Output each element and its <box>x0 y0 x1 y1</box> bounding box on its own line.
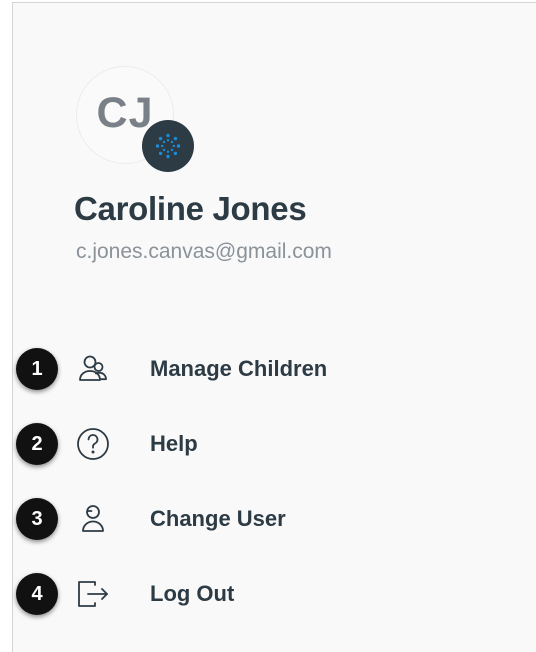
help-label: Help <box>150 431 198 456</box>
user-name: Caroline Jones <box>74 190 307 227</box>
manage-children-icon <box>74 350 112 388</box>
user-email: c.jones.canvas@gmail.com <box>76 240 332 263</box>
manage-children-label: Manage Children <box>150 356 328 381</box>
help-icon <box>74 425 112 463</box>
step-badge: 4 <box>16 573 58 615</box>
log-out-icon <box>74 575 112 613</box>
manage-children-button[interactable]: 1 Manage Children <box>0 338 536 398</box>
step-badge: 2 <box>16 423 58 465</box>
change-user-icon <box>74 500 112 538</box>
change-user-label: Change User <box>150 506 286 531</box>
canvas-logo-icon <box>142 120 194 172</box>
change-user-button[interactable]: 3 Change User <box>0 488 536 548</box>
log-out-button[interactable]: 4 Log Out <box>0 563 536 623</box>
log-out-label: Log Out <box>150 581 235 606</box>
help-button[interactable]: 2 Help <box>0 413 536 473</box>
step-badge: 1 <box>16 348 58 390</box>
step-badge: 3 <box>16 498 58 540</box>
